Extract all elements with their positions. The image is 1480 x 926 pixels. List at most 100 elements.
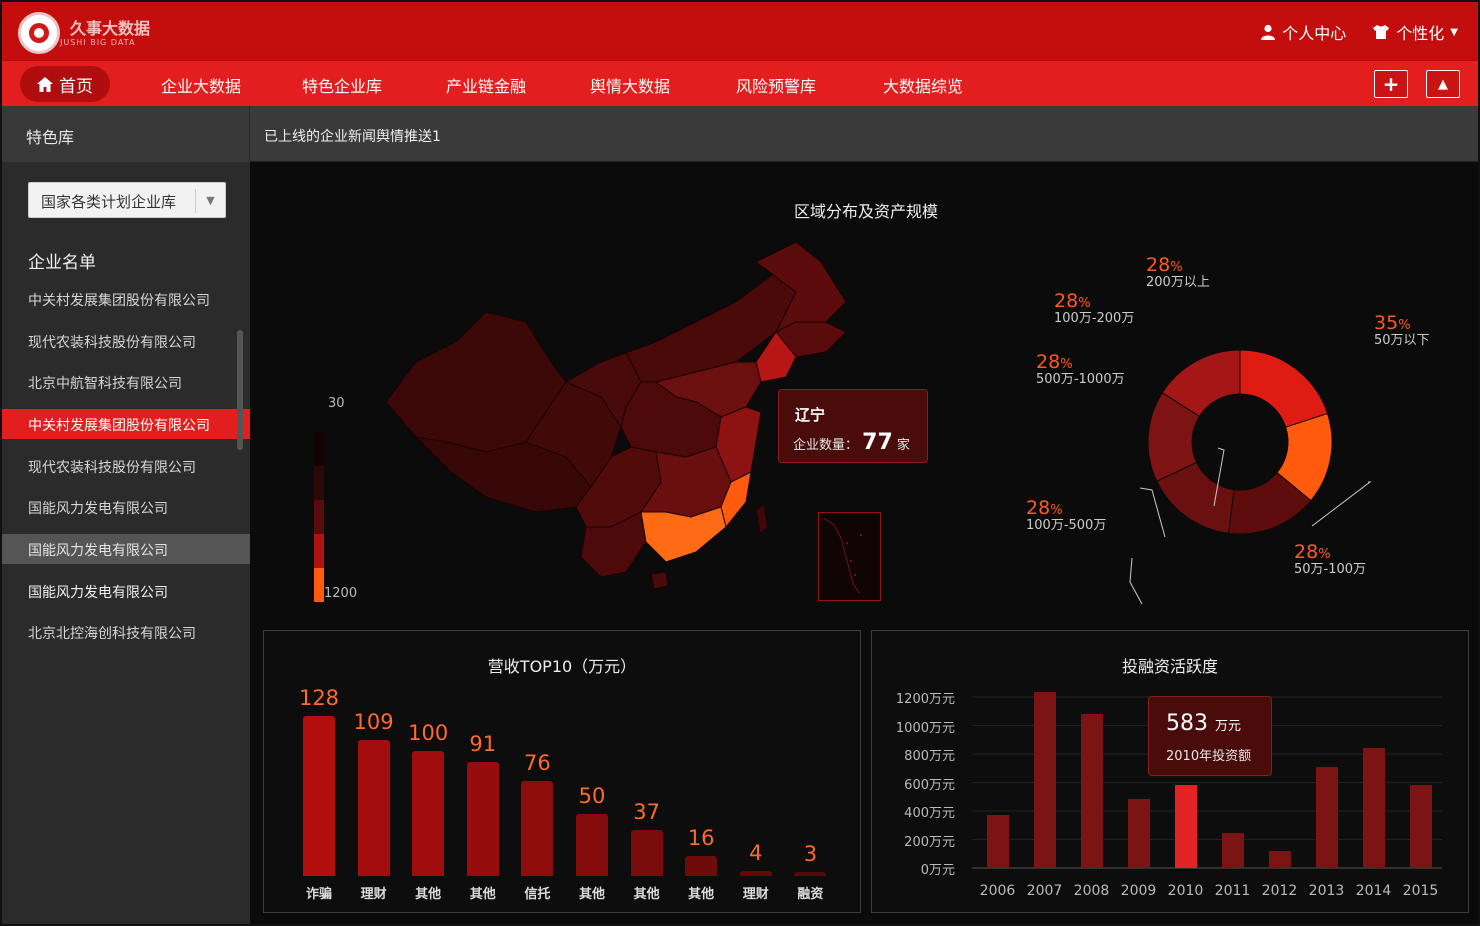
tooltip-region: 辽宁	[795, 406, 826, 424]
investment-ytick: 0万元	[920, 863, 955, 878]
dashboard-main: 区域分布及资产规模 30 1200 辽宁 企业数量： 77 家 35% 50万以…	[250, 162, 1478, 924]
donut-slice-pct: 28	[1026, 497, 1051, 519]
investment-xtick: 2007	[1026, 883, 1063, 899]
investment-bar[interactable]	[1174, 785, 1197, 868]
investment-bar[interactable]	[1268, 851, 1291, 868]
legend-max-label: 1200	[324, 586, 358, 601]
investment-ytick: 1000万元	[895, 720, 955, 736]
revenue-bar-category: 理财	[742, 887, 769, 902]
revenue-bar-value: 91	[469, 732, 497, 757]
investment-ytick: 600万元	[904, 777, 955, 793]
revenue-bar-value: 50	[578, 783, 606, 808]
investment-bar[interactable]	[1221, 833, 1244, 868]
logo[interactable]: 久事大数据 JUSHI BIG DATA	[18, 12, 150, 54]
home-icon	[37, 76, 53, 92]
nav-item-sentiment-data[interactable]: 舆情大数据	[590, 73, 670, 97]
revenue-bar-value: 100	[408, 721, 449, 745]
personalize-label: 个性化	[1396, 24, 1445, 43]
revenue-bar-category: 诈骗	[305, 887, 332, 902]
revenue-top10-panel: 营收TOP10（万元） 128 诈骗 109 理财 100 其他 91 其他 76 信托 50 其他 3…	[263, 630, 861, 913]
donut-label-50w-100w: 28% 50万-100万	[1294, 541, 1367, 578]
logo-emblem-icon	[18, 12, 60, 54]
donut-label-under-50w: 35% 50万以下	[1374, 312, 1430, 349]
revenue-bar[interactable]	[521, 781, 554, 876]
revenue-bar-category: 其他	[415, 887, 442, 902]
south-china-sea-inset	[818, 512, 881, 601]
nav-item-data-overview[interactable]: 大数据综览	[883, 73, 963, 97]
revenue-bar[interactable]	[739, 871, 772, 876]
company-list-item[interactable]: 国能风力发电有限公司	[2, 576, 250, 606]
revenue-bar[interactable]	[357, 739, 390, 876]
company-list-item-selected[interactable]: 中关村发展集团股份有限公司	[2, 409, 250, 439]
revenue-bar[interactable]	[412, 751, 445, 876]
nav-item-supply-chain-finance[interactable]: 产业链金融	[446, 73, 526, 97]
company-list-item[interactable]: 国能风力发电有限公司	[2, 492, 250, 522]
logo-subtext: JUSHI BIG DATA	[60, 37, 136, 47]
investment-ytick: 200万元	[904, 834, 955, 850]
donut-slice-pct: 28	[1294, 541, 1319, 563]
library-select[interactable]: 国家各类计划企业库 ▼	[28, 182, 226, 218]
investment-bar[interactable]	[1315, 767, 1338, 868]
company-list-title: 企业名单	[28, 253, 96, 273]
investment-xtick: 2014	[1355, 883, 1392, 899]
company-list-item[interactable]: 中关村发展集团股份有限公司	[2, 284, 250, 314]
investment-xtick: 2006	[979, 883, 1016, 899]
nav-item-enterprise-data[interactable]: 企业大数据	[161, 73, 241, 97]
nav-item-featured-enterprises[interactable]: 特色企业库	[302, 73, 382, 97]
tooltip-unit: 家	[896, 438, 910, 453]
revenue-bar-chart[interactable]: 128 诈骗 109 理财 100 其他 91 其他 76 信托 50 其他 37 其他 16 其他 4 理财 3 融…	[264, 631, 862, 914]
collapse-button[interactable]: ▲	[1426, 70, 1460, 98]
investment-ytick: 800万元	[904, 749, 955, 764]
company-list-item-hovered[interactable]: 国能风力发电有限公司	[2, 534, 250, 564]
revenue-bar[interactable]	[794, 872, 827, 876]
donut-label-100w-500w: 28% 100万-500万	[1026, 497, 1107, 534]
investment-bar[interactable]	[1409, 785, 1432, 868]
chevron-down-icon: ▼	[1450, 26, 1458, 38]
map-region-guangdong	[640, 506, 727, 563]
company-list-item[interactable]: 现代农装科技股份有限公司	[2, 451, 250, 481]
revenue-bar-value: 16	[687, 826, 715, 850]
donut-slice-pct: 28	[1146, 254, 1171, 276]
investment-bar[interactable]	[1127, 799, 1150, 868]
map-color-legend[interactable]	[314, 432, 324, 602]
user-center-link[interactable]: 个人中心	[1260, 20, 1346, 44]
revenue-bar-value: 128	[298, 686, 340, 710]
user-center-label: 个人中心	[1282, 24, 1347, 43]
nav-home[interactable]: 首页	[20, 66, 110, 102]
donut-label-over-200w: 28% 200万以上	[1146, 254, 1210, 291]
investment-xtick: 2012	[1261, 883, 1298, 899]
nav-item-risk-warning[interactable]: 风险预警库	[736, 73, 816, 97]
legend-min-label: 30	[328, 396, 345, 411]
map-title: 区域分布及资产规模	[794, 202, 939, 221]
investment-bar[interactable]	[1033, 692, 1056, 868]
app-frame: 久事大数据 JUSHI BIG DATA 个人中心 个性化 ▼ 首页 企业大数据…	[0, 0, 1480, 926]
revenue-bar[interactable]	[303, 716, 335, 876]
logo-text: 久事大数据	[70, 18, 151, 38]
company-list-item[interactable]: 现代农装科技股份有限公司	[2, 326, 250, 356]
sidebar-scrollbar[interactable]	[237, 330, 243, 450]
tooltip-label: 企业数量：	[793, 438, 859, 453]
investment-tooltip: 583 万元 2010年投资额	[1148, 696, 1272, 776]
donut-slice-pct: 28	[1054, 290, 1079, 312]
investment-bar[interactable]	[1080, 714, 1103, 868]
revenue-bar-value: 76	[524, 751, 551, 775]
revenue-bar[interactable]	[576, 813, 608, 876]
news-ticker[interactable]: 已上线的企业新闻舆情推送1	[264, 126, 441, 146]
investment-bar[interactable]	[986, 814, 1009, 868]
investment-ytick: 400万元	[904, 806, 955, 821]
header-actions: 个人中心 个性化 ▼	[1260, 20, 1458, 44]
investment-xtick: 2015	[1402, 883, 1439, 899]
nav-home-label: 首页	[59, 76, 93, 97]
chevron-down-icon[interactable]: ▼	[195, 189, 225, 213]
sub-header: 特色库 已上线的企业新闻舆情推送1	[2, 106, 1478, 162]
company-list-item[interactable]: 北京中航智科技有限公司	[2, 367, 250, 397]
personalize-menu[interactable]: 个性化 ▼	[1372, 20, 1458, 44]
revenue-bar[interactable]	[630, 829, 663, 876]
donut-label-100w-200w: 28% 100万-200万	[1054, 290, 1135, 327]
add-button[interactable]: +	[1374, 70, 1408, 98]
investment-bar[interactable]	[1362, 747, 1385, 868]
revenue-bar[interactable]	[685, 856, 718, 876]
revenue-bar[interactable]	[466, 762, 499, 876]
company-list-item[interactable]: 北京北控海创科技有限公司	[2, 617, 250, 647]
investment-tooltip-value: 583	[1166, 711, 1208, 736]
